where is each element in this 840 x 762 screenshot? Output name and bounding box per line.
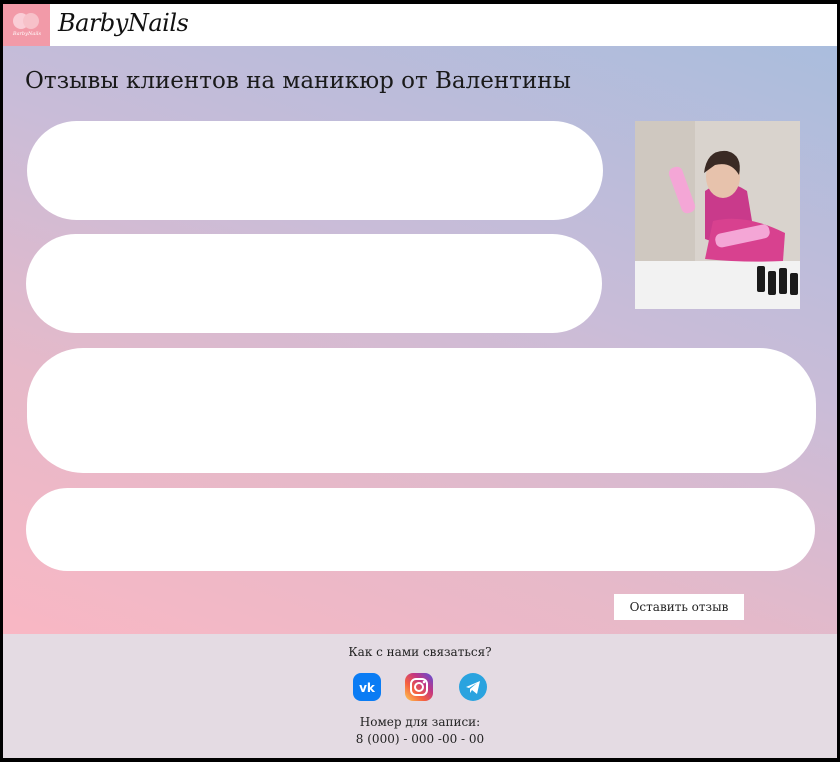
master-photo-illustration — [635, 121, 800, 309]
vk-icon[interactable]: vk — [353, 673, 381, 701]
svg-text:vk: vk — [359, 681, 376, 695]
logo[interactable]: BarbyNails — [3, 4, 50, 46]
review-card — [27, 121, 603, 220]
contact-title: Как с нами связаться? — [348, 645, 492, 659]
phone-number[interactable]: 8 (000) - 000 -00 - 00 — [3, 732, 837, 746]
review-card — [26, 234, 602, 333]
logo-circle-right — [23, 13, 39, 29]
review-card — [26, 488, 815, 571]
reviews-section: Отзывы клиентов на маникюр от Валентины — [3, 46, 837, 634]
leave-review-button[interactable]: Оставить отзыв — [614, 594, 744, 620]
social-links: vk — [353, 673, 493, 703]
page-title: Отзывы клиентов на маникюр от Валентины — [25, 68, 571, 94]
page-frame: BarbyNails BarbyNails Отзывы клиентов на… — [3, 4, 837, 758]
telegram-icon[interactable] — [459, 673, 487, 701]
instagram-icon[interactable] — [405, 673, 433, 701]
site-footer: Как с нами связаться? vk Номер для запис… — [3, 634, 837, 758]
review-card — [27, 348, 816, 473]
master-photo — [635, 121, 800, 309]
logo-mini-text: BarbyNails — [12, 31, 42, 37]
phone-label: Номер для записи: — [359, 715, 481, 729]
site-header: BarbyNails BarbyNails — [3, 4, 837, 46]
brand-name[interactable]: BarbyNails — [58, 9, 189, 37]
